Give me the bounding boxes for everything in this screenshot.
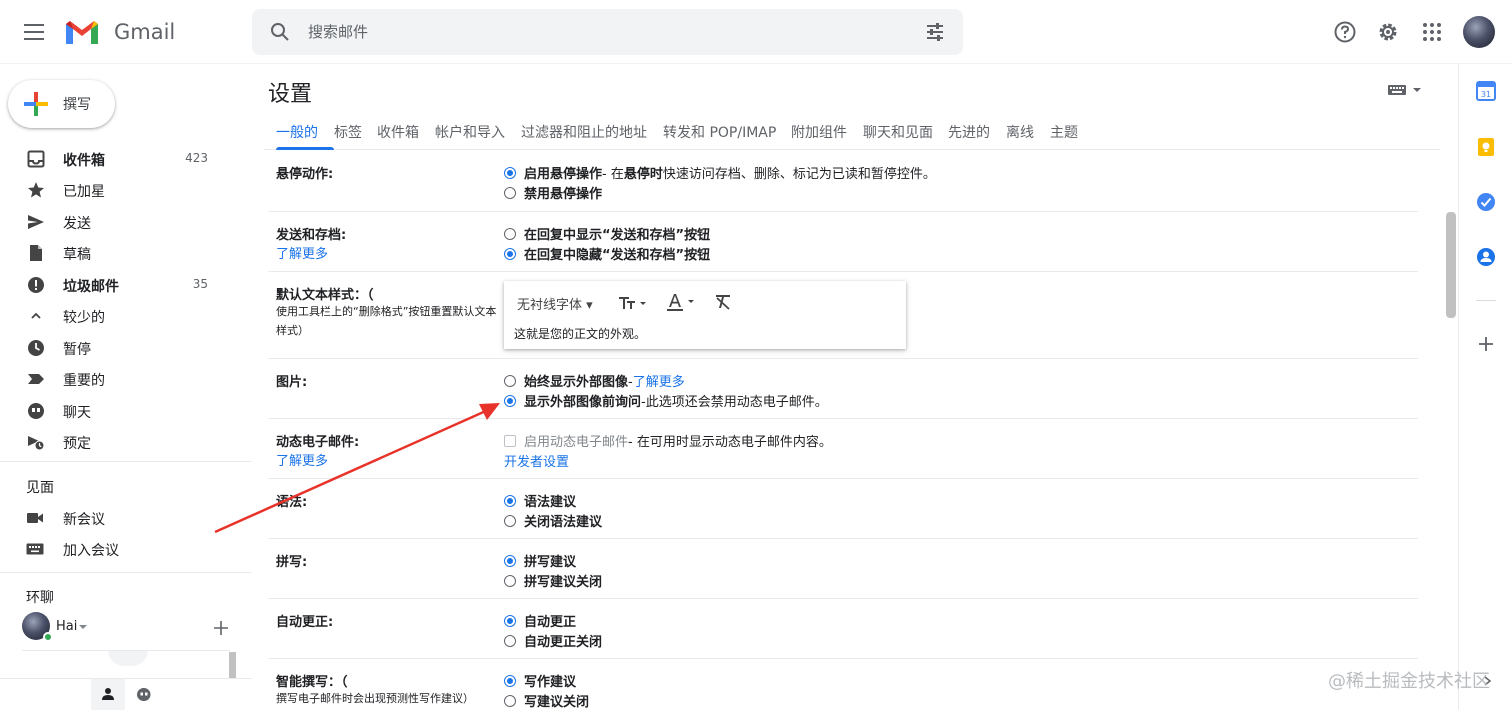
annotation-arrow (214, 403, 500, 534)
watermark-text: @稀土掘金技术社区 (1328, 671, 1490, 692)
